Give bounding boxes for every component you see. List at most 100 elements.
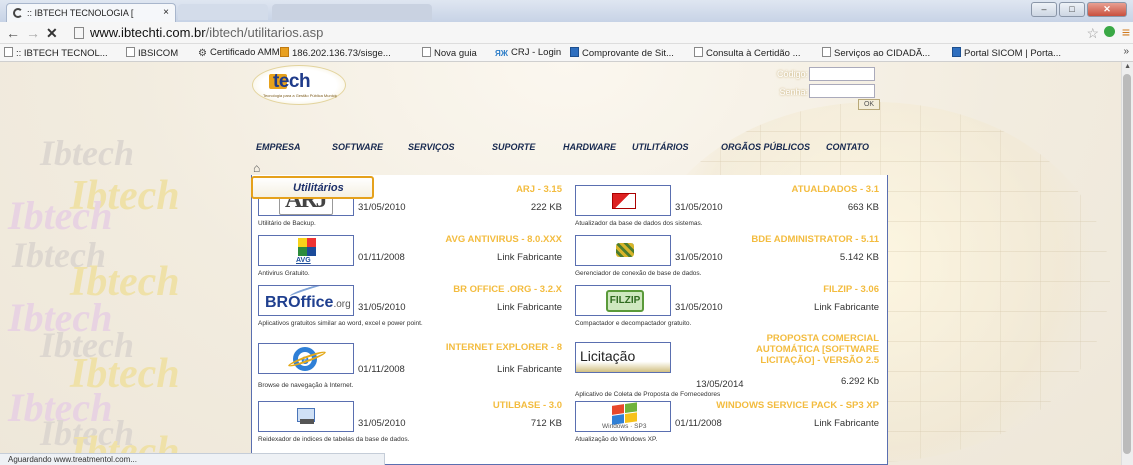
item-title[interactable]: BR OFFICE .ORG - 3.2.X	[362, 284, 562, 295]
utility-item-broffice: BROffice.org BR OFFICE .ORG - 3.2.X 31/0…	[254, 281, 566, 335]
active-tab[interactable]: :: IBTECH TECNOLOGIA [ ×	[6, 3, 176, 22]
item-date: 01/11/2008	[358, 364, 405, 375]
password-input[interactable]	[809, 84, 875, 98]
item-date: 31/05/2010	[358, 418, 406, 429]
bookmark-item[interactable]: 186.202.136.73/sisge...	[280, 47, 391, 59]
item-description: Antivirus Gratuito.	[258, 270, 310, 277]
bookmark-item[interactable]: :: IBTECH TECNOL...	[4, 47, 108, 59]
utilbase-thumbnail[interactable]	[258, 401, 354, 432]
code-input[interactable]	[809, 67, 875, 81]
item-title[interactable]: FILZIP - 3.06	[679, 284, 879, 295]
filzip-icon: FILZIP	[606, 290, 644, 312]
bookmark-item[interactable]: IBSICOM	[126, 47, 178, 59]
logo-tagline: Tecnologia para a Gestão Pública Municip…	[263, 93, 337, 98]
bookmarks-bar: :: IBTECH TECNOL... IBSICOM ⚙ Certificado…	[0, 44, 1133, 62]
watermark-logo: Ibtech	[40, 133, 134, 173]
windows-thumbnail[interactable]: Windows · SP3	[575, 401, 671, 432]
url-domain: www.ibtechti.com.br	[90, 25, 206, 40]
bookmark-item[interactable]: Portal SICOM | Porta...	[952, 47, 1061, 59]
item-size: 6.292 Kb	[840, 376, 879, 387]
section-title: Utilitários	[251, 176, 374, 199]
bookmark-item[interactable]: ЯЖ CRJ - Login	[495, 47, 561, 59]
bookmark-item[interactable]: Consulta à Certidão ...	[694, 47, 801, 59]
item-description: Reidexador de indices de tabelas da base…	[258, 436, 410, 443]
stop-icon[interactable]: ✕	[46, 25, 58, 41]
utility-item-avg: AVG AVG ANTIVIRUS - 8.0.XXX 01/11/2008 L…	[254, 231, 566, 285]
nav-suporte[interactable]: SUPORTE	[492, 142, 535, 152]
item-description: Aplicativos gratuitos similar ao word, e…	[258, 320, 423, 327]
vertical-scrollbar[interactable]: ▲	[1121, 62, 1133, 465]
bookmark-star-icon[interactable]: ☆	[1086, 25, 1099, 42]
bookmark-item[interactable]: Serviços ao CIDADÃ...	[822, 47, 930, 59]
item-date: 01/11/2008	[675, 418, 722, 429]
scroll-up-arrow-icon[interactable]: ▲	[1124, 63, 1131, 70]
bookmark-item[interactable]: Comprovante de Sit...	[570, 47, 674, 59]
scrollbar-thumb[interactable]	[1123, 74, 1131, 454]
status-bar: Aguardando www.treatmentol.com...	[0, 453, 385, 465]
item-title[interactable]: PROPOSTA COMERCIAL AUTOMÁTICA [SOFTWARE …	[709, 333, 879, 366]
address-bar[interactable]: www.ibtechti.com.br/ibtech/utilitarios.a…	[70, 24, 1090, 42]
item-description: Utilitário de Backup.	[258, 220, 316, 227]
item-title[interactable]: UTILBASE - 3.0	[362, 400, 562, 411]
tab-close-icon[interactable]: ×	[163, 7, 169, 18]
nav-orgaos-publicos[interactable]: ORGÃOS PÚBLICOS	[721, 142, 810, 152]
filzip-thumbnail[interactable]: FILZIP	[575, 285, 671, 316]
item-date: 31/05/2010	[675, 302, 723, 313]
broffice-logo-text: BROffice.org	[265, 294, 351, 311]
item-title[interactable]: BDE ADMINISTRATOR - 5.11	[679, 234, 879, 245]
home-icon[interactable]: ⌂	[253, 161, 260, 175]
utilities-panel: ARJ ARJ - 3.15 31/05/2010 222 KB Utilitá…	[251, 175, 888, 465]
item-link[interactable]: Link Fabricante	[814, 418, 879, 429]
avg-thumbnail[interactable]: AVG	[258, 235, 354, 266]
nav-software[interactable]: SOFTWARE	[332, 142, 383, 152]
item-description: Browse de navegação à Internet.	[258, 382, 354, 389]
url-path: /ibtech/utilitarios.asp	[205, 25, 324, 40]
background-tab[interactable]	[272, 4, 432, 20]
forward-arrow-icon[interactable]: →	[26, 25, 40, 41]
item-size: 5.142 KB	[839, 252, 879, 263]
atualdados-thumbnail[interactable]	[575, 185, 671, 216]
item-date: 01/11/2008	[358, 252, 405, 263]
password-label: Senha:	[779, 87, 808, 97]
item-link[interactable]: Link Fabricante	[497, 364, 562, 375]
logo-text: tech	[273, 71, 311, 92]
ok-button[interactable]: OK	[858, 99, 880, 110]
licitacao-thumbnail[interactable]: Licitação	[575, 342, 671, 373]
bde-thumbnail[interactable]	[575, 235, 671, 266]
nav-hardware[interactable]: HARDWARE	[563, 142, 616, 152]
item-title[interactable]: INTERNET EXPLORER - 8	[362, 342, 562, 353]
loading-icon	[13, 8, 23, 18]
item-title[interactable]: ARJ - 3.15	[362, 184, 562, 195]
nav-utilitarios[interactable]: UTILITÁRIOS	[632, 142, 689, 152]
item-link[interactable]: Link Fabricante	[814, 302, 879, 313]
nav-contato[interactable]: CONTATO	[826, 142, 869, 152]
ie-thumbnail[interactable]: e	[258, 343, 354, 374]
page-viewport: Ibtech Ibtech Ibtech Ibtech Ibtech Ibtec…	[0, 62, 1133, 465]
bookmarks-more-button[interactable]: »	[1123, 46, 1129, 57]
ibtech-logo[interactable]: tech Tecnologia para a Gestão Pública Mu…	[252, 65, 346, 105]
item-link[interactable]: Link Fabricante	[497, 302, 562, 313]
utility-item-filzip: FILZIP FILZIP - 3.06 31/05/2010 Link Fab…	[571, 281, 883, 335]
bookmark-item[interactable]: Nova guia	[422, 47, 477, 59]
gear-icon: ⚙	[198, 48, 207, 59]
bookmark-item[interactable]: ⚙ Certificado AMM	[198, 47, 280, 59]
maximize-button[interactable]: □	[1059, 2, 1085, 17]
nav-servicos[interactable]: SERVIÇOS	[408, 142, 455, 152]
item-title[interactable]: WINDOWS SERVICE PACK - SP3 XP	[679, 400, 879, 411]
utility-item-proposta-comercial: Licitação PROPOSTA COMERCIAL AUTOMÁTICA …	[571, 331, 883, 401]
window-close-button[interactable]: ✕	[1087, 2, 1127, 17]
item-link[interactable]: Link Fabricante	[497, 252, 562, 263]
nav-empresa[interactable]: EMPRESA	[256, 142, 301, 152]
item-title[interactable]: ATUALDADOS - 3.1	[679, 184, 879, 195]
background-tab[interactable]	[178, 4, 268, 20]
broffice-thumbnail[interactable]: BROffice.org	[258, 285, 354, 316]
back-arrow-icon[interactable]: ←	[6, 25, 20, 41]
utility-item-atualdados: ATUALDADOS - 3.1 31/05/2010 663 KB Atual…	[571, 181, 883, 235]
item-date: 13/05/2014	[696, 379, 744, 390]
utility-item-bde: BDE ADMINISTRATOR - 5.11 31/05/2010 5.14…	[571, 231, 883, 285]
extension-icon[interactable]	[1104, 26, 1115, 37]
minimize-button[interactable]: –	[1031, 2, 1057, 17]
menu-icon[interactable]: ≡	[1122, 24, 1130, 40]
item-title[interactable]: AVG ANTIVIRUS - 8.0.XXX	[362, 234, 562, 245]
item-size: 222 KB	[530, 202, 562, 213]
